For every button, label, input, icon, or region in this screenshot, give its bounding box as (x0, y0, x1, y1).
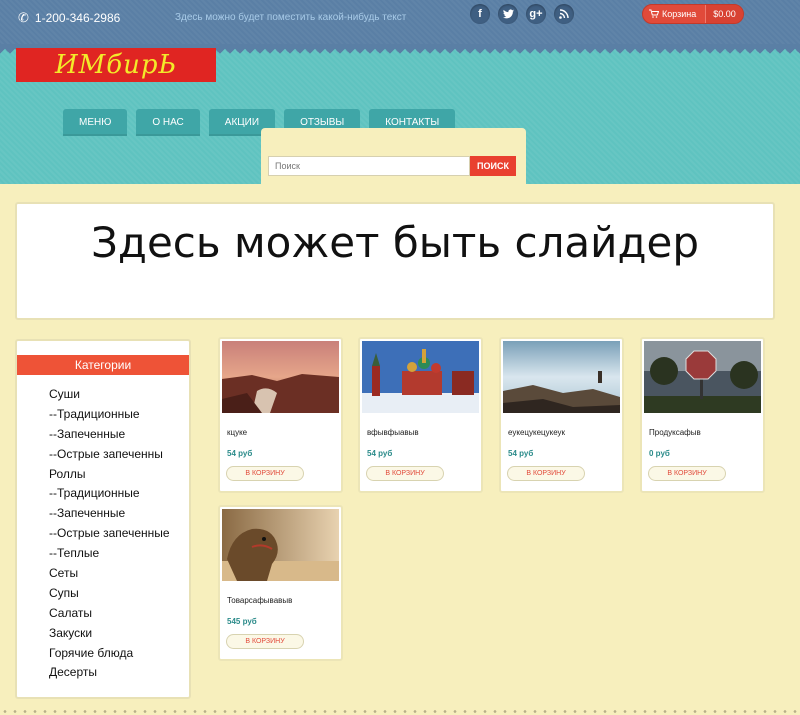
product-card: вфывфыавыв 54 руб В КОРЗИНУ (358, 337, 483, 493)
category-item[interactable]: --Запеченные (49, 425, 189, 445)
facebook-icon[interactable]: f (470, 4, 490, 24)
cart-total: $0.00 (705, 5, 743, 23)
category-item[interactable]: Салаты (49, 604, 189, 624)
product-card: Товарсафывавыв 545 руб В КОРЗИНУ (218, 505, 343, 661)
add-to-cart-button[interactable]: В КОРЗИНУ (648, 466, 726, 481)
add-to-cart-button[interactable]: В КОРЗИНУ (226, 634, 304, 649)
nav-item-about[interactable]: О НАС (136, 109, 200, 136)
search-button[interactable]: ПОИСК (470, 156, 516, 176)
product-price: 0 руб (649, 449, 670, 458)
google-plus-icon[interactable]: g+ (526, 4, 546, 24)
add-to-cart-button[interactable]: В КОРЗИНУ (366, 466, 444, 481)
site-logo[interactable]: ИМбирЬ (16, 48, 216, 82)
categories-sidebar: Категории Суши --Традиционные --Запеченн… (15, 339, 191, 699)
product-image-kremlin[interactable] (362, 341, 479, 413)
cart-icon (649, 9, 660, 20)
product-price: 545 руб (227, 617, 257, 626)
add-to-cart-button[interactable]: В КОРЗИНУ (226, 466, 304, 481)
category-item[interactable]: Супы (49, 584, 189, 604)
add-to-cart-button[interactable]: В КОРЗИНУ (507, 466, 585, 481)
product-name[interactable]: еукецукецукеук (508, 428, 565, 437)
cart-button[interactable]: Корзина $0.00 (642, 4, 744, 24)
category-item[interactable]: Сеты (49, 564, 189, 584)
product-card: Продуксафыв 0 руб В КОРЗИНУ (640, 337, 765, 493)
cart-label: Корзина (662, 9, 697, 19)
product-card: еукецукецукеук 54 руб В КОРЗИНУ (499, 337, 624, 493)
phone-number: ✆ 1-200-346-2986 (18, 10, 120, 26)
category-item[interactable]: --Острые запеченны (49, 445, 189, 465)
nav-item-menu[interactable]: МЕНЮ (63, 109, 128, 136)
header-tagline: Здесь можно будет поместить какой-нибудь… (175, 12, 407, 23)
slider-placeholder: Здесь может быть слайдер (15, 202, 775, 320)
product-image-seascape[interactable] (503, 341, 620, 413)
phone-text: 1-200-346-2986 (34, 11, 121, 25)
category-item[interactable]: --Традиционные (49, 405, 189, 425)
product-price: 54 руб (367, 449, 393, 458)
product-price: 54 руб (227, 449, 253, 458)
category-list: Суши --Традиционные --Запеченные --Остры… (17, 375, 189, 683)
product-card: кцуке 54 руб В КОРЗИНУ (218, 337, 343, 493)
product-price: 54 руб (508, 449, 534, 458)
category-item[interactable]: --Острые запеченные (49, 524, 189, 544)
rss-icon[interactable] (554, 4, 574, 24)
category-item[interactable]: Десерты (49, 663, 189, 683)
category-item[interactable]: --Теплые (49, 544, 189, 564)
category-item[interactable]: --Традиционные (49, 484, 189, 504)
product-image-camel[interactable] (222, 509, 339, 581)
category-item[interactable]: Суши (49, 385, 189, 405)
product-name[interactable]: Товарсафывавыв (227, 596, 292, 605)
search-input[interactable] (268, 156, 470, 176)
phone-icon: ✆ (18, 10, 29, 25)
category-item[interactable]: Горячие блюда (49, 644, 189, 664)
cart-label-area: Корзина (643, 5, 705, 23)
slider-text: Здесь может быть слайдер (90, 218, 699, 267)
category-item[interactable]: --Запеченные (49, 504, 189, 524)
sidebar-title: Категории (17, 355, 189, 375)
product-image-stop-sign[interactable] (644, 341, 761, 413)
social-links: f g+ (470, 4, 574, 24)
category-item[interactable]: Закуски (49, 624, 189, 644)
bottom-dotted-border (0, 708, 800, 715)
category-item[interactable]: Роллы (49, 465, 189, 485)
product-name[interactable]: кцуке (227, 428, 247, 437)
product-name[interactable]: вфывфыавыв (367, 428, 419, 437)
product-name[interactable]: Продуксафыв (649, 428, 701, 437)
product-image-canyon[interactable] (222, 341, 339, 413)
twitter-icon[interactable] (498, 4, 518, 24)
